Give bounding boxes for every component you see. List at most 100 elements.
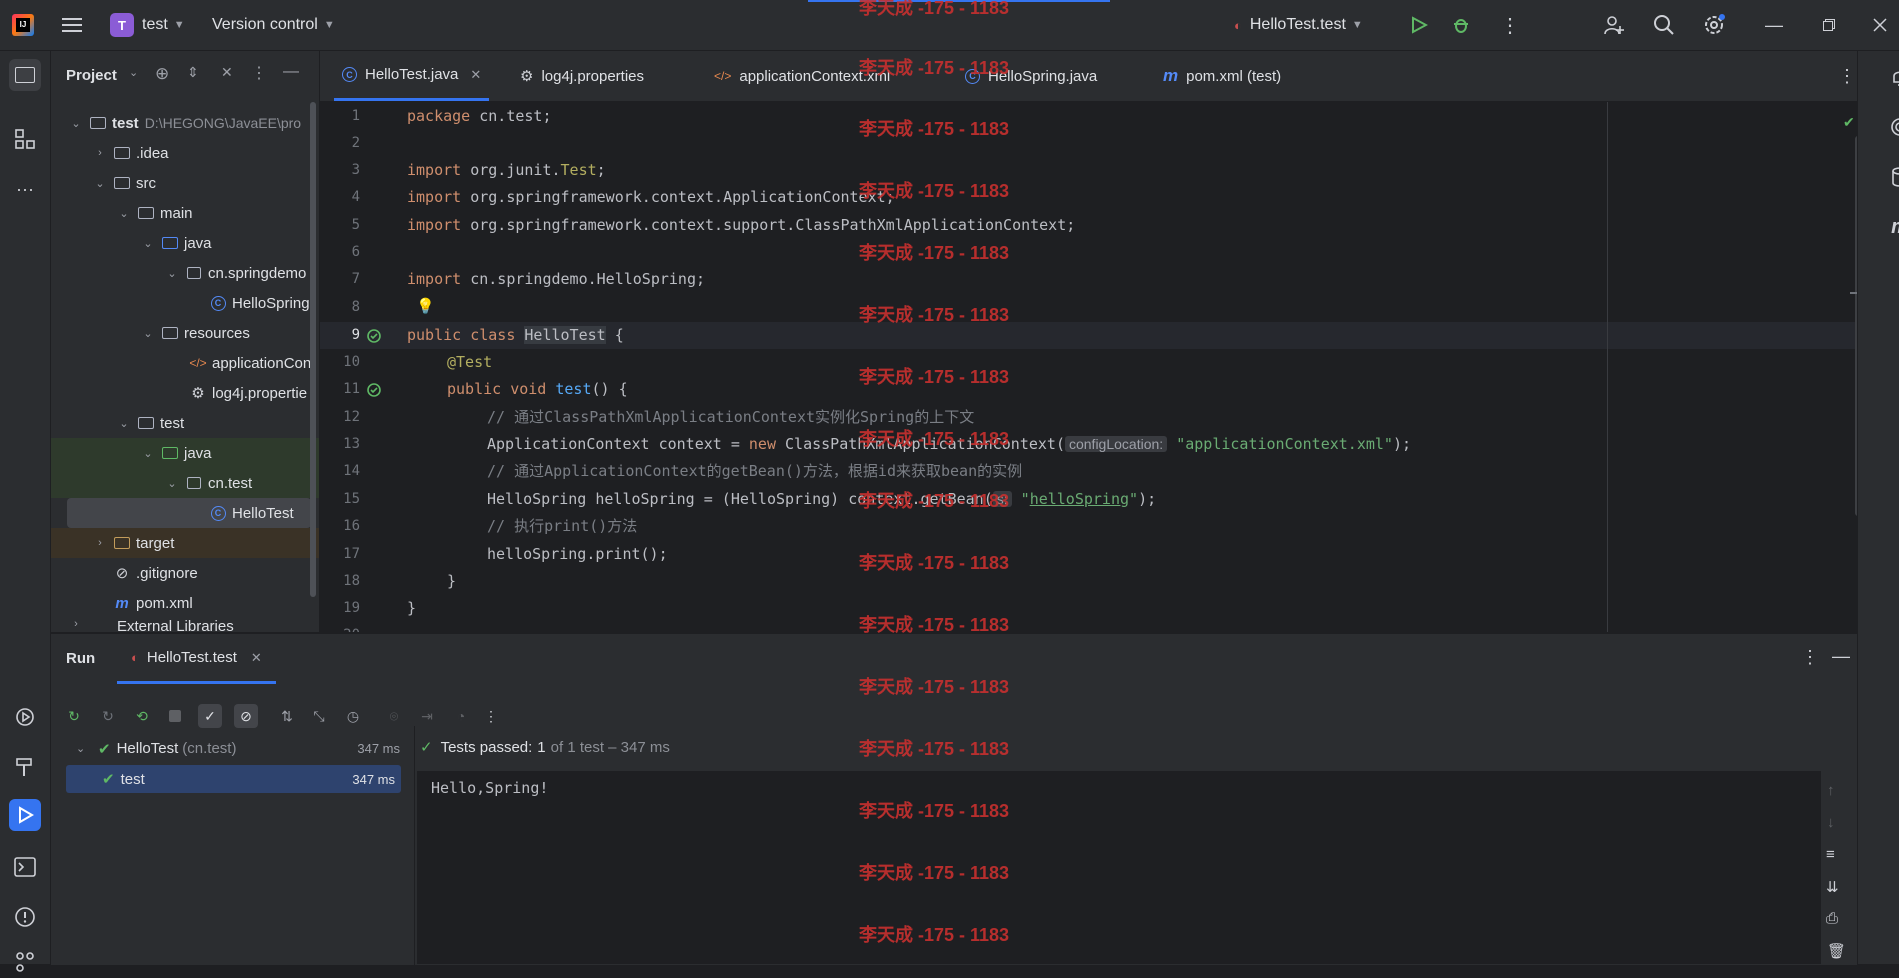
run-tab-hellotest[interactable]: ◐ HelloTest.test ✕ — [117, 634, 276, 684]
no-problems-check-icon[interactable]: ✔ — [1843, 114, 1855, 131]
test-tree-row-method[interactable]: ✔ test 347 ms — [66, 765, 401, 793]
tree-item-log4j[interactable]: ⚙ log4j.propertie — [51, 378, 319, 408]
show-ignored-icon[interactable]: ⊘ — [234, 704, 258, 728]
tree-item-root[interactable]: ⌄ test D:\HEGONG\JavaEE\pro — [51, 108, 319, 138]
build-hammer-icon[interactable] — [9, 751, 41, 783]
expand-all-icon[interactable]: ⇕ — [187, 64, 199, 81]
rerun-failed-icon[interactable]: ↻ — [96, 704, 120, 728]
collapse-all-icon[interactable]: ✕ — [221, 64, 233, 81]
coverage-icon[interactable]: ◔ — [449, 704, 473, 728]
chevron-down-icon[interactable]: ⌄ — [117, 207, 131, 220]
code-editor[interactable]: 1 2 3 4 5 6 7 8 9 10 11 12 13 14 15 16 1… — [320, 102, 1857, 632]
editor-scrollbar[interactable] — [1855, 136, 1857, 516]
locate-target-icon[interactable]: ⊕ — [155, 64, 169, 84]
tab-hellotest-java[interactable]: C HelloTest.java ✕ — [334, 51, 490, 101]
more-tools-icon[interactable]: ··· — [9, 173, 41, 205]
close-tab-icon[interactable]: ✕ — [251, 650, 262, 666]
soft-wrap-icon[interactable]: ≡ — [1826, 846, 1835, 863]
maven-icon[interactable]: m — [1884, 211, 1899, 243]
tree-item-main-java[interactable]: ⌄ java — [51, 228, 319, 258]
chevron-down-icon[interactable]: ⌄ — [165, 477, 179, 490]
run-button[interactable] — [1410, 0, 1428, 50]
chevron-right-icon[interactable]: › — [69, 618, 83, 630]
services-icon[interactable] — [9, 701, 41, 733]
database-icon[interactable] — [1884, 161, 1899, 193]
tree-item-cn-test[interactable]: ⌄ cn.test — [51, 468, 319, 498]
show-passed-check-icon[interactable]: ✓ — [198, 704, 222, 728]
tab-pom-xml[interactable]: m pom.xml (test) — [1163, 51, 1281, 101]
close-tab-icon[interactable]: ✕ — [470, 67, 481, 83]
minimize-icon[interactable]: — — [1765, 0, 1783, 50]
close-window-icon[interactable] — [1873, 0, 1887, 50]
tree-item-applicationcontext[interactable]: </> applicationCon — [51, 348, 319, 378]
history-clock-icon[interactable]: ◷ — [341, 704, 365, 728]
sort-icon[interactable]: ⇅ — [275, 704, 299, 728]
print-icon[interactable]: ⎙ — [1826, 910, 1838, 927]
tree-item-main[interactable]: ⌄ main — [51, 198, 319, 228]
run-test-gutter-icon[interactable] — [366, 382, 382, 398]
chevron-down-icon[interactable]: ⌄ — [117, 417, 131, 430]
tree-item-target[interactable]: › target — [51, 528, 319, 558]
tree-item-hellotest[interactable]: C HelloTest — [67, 498, 311, 528]
code-with-me-icon[interactable] — [1603, 0, 1625, 50]
toggle-auto-test-icon[interactable]: ⟲ — [130, 704, 154, 728]
chevron-down-icon[interactable]: ⌄ — [165, 267, 179, 280]
version-control-icon[interactable] — [9, 946, 41, 978]
rerun-icon[interactable]: ↻ — [62, 704, 86, 728]
run-test-gutter-icon[interactable] — [366, 328, 382, 344]
chevron-right-icon[interactable]: › — [93, 537, 107, 549]
tree-item-gitignore[interactable]: ⊘ .gitignore — [51, 558, 319, 588]
more-actions-icon[interactable]: ⋮ — [1500, 0, 1520, 50]
camera-icon[interactable]: ⌾ — [382, 704, 406, 728]
run-tool-icon[interactable] — [9, 799, 41, 831]
tree-item-external-libraries[interactable]: › External Libraries — [51, 618, 319, 632]
console-output[interactable]: Hello,Spring! — [417, 771, 1821, 964]
collapse-icon[interactable]: ⤡ — [307, 704, 331, 728]
up-arrow-icon[interactable]: ↑ — [1827, 782, 1835, 799]
lightbulb-icon[interactable]: 💡 — [416, 297, 435, 315]
chevron-down-icon[interactable]: ⌄ — [93, 177, 107, 190]
notifications-bell-icon[interactable] — [1884, 61, 1899, 93]
hide-panel-icon[interactable]: — — [283, 63, 299, 81]
app-logo-icon[interactable]: IJ — [12, 0, 34, 50]
restore-icon[interactable] — [1823, 0, 1835, 50]
structure-icon[interactable] — [9, 123, 41, 155]
tree-item-cn-springdemo[interactable]: ⌄ cn.springdemo — [51, 258, 319, 288]
tab-log4j-properties[interactable]: ⚙ log4j.properties — [520, 51, 644, 101]
chevron-down-icon[interactable]: ⌄ — [141, 237, 155, 250]
ai-assistant-icon[interactable] — [1884, 111, 1899, 143]
down-arrow-icon[interactable]: ↓ — [1827, 814, 1835, 831]
chevron-down-icon[interactable]: ⌄ — [76, 742, 90, 755]
main-menu-icon[interactable] — [62, 0, 82, 50]
run-panel-title[interactable]: Run — [66, 650, 95, 667]
tree-item-pom[interactable]: m pom.xml — [51, 588, 319, 618]
import-icon[interactable]: ⇥ — [415, 704, 439, 728]
search-icon[interactable] — [1653, 0, 1675, 50]
run-config-selector[interactable]: ◐ HelloTest.test ▼ — [1234, 0, 1363, 50]
run-split-divider[interactable] — [414, 726, 415, 965]
tree-item-test-java[interactable]: ⌄ java — [51, 438, 319, 468]
run-options-icon[interactable]: ⋮ — [1801, 647, 1819, 668]
stop-icon[interactable] — [163, 704, 187, 728]
test-tree-row-class[interactable]: ⌄ ✔ HelloTest (cn.test) 347 ms — [66, 735, 406, 762]
chevron-down-icon[interactable]: ⌄ — [141, 447, 155, 460]
vcs-selector[interactable]: Version control ▼ — [212, 0, 335, 50]
terminal-icon[interactable] — [9, 851, 41, 883]
tree-item-hellospring[interactable]: C HelloSpring — [51, 288, 319, 318]
project-selector[interactable]: T test ▼ — [110, 0, 185, 50]
scroll-to-end-icon[interactable]: ⇊ — [1826, 878, 1839, 896]
trash-icon[interactable]: 🗑 — [1827, 942, 1846, 960]
chevron-down-icon[interactable]: ⌄ — [69, 117, 83, 130]
tree-item-idea[interactable]: › .idea — [51, 138, 319, 168]
more-icon[interactable]: ⋮ — [479, 704, 503, 728]
debug-button[interactable] — [1452, 0, 1470, 50]
options-icon[interactable]: ⋮ — [251, 63, 267, 83]
tree-item-resources[interactable]: ⌄ resources — [51, 318, 319, 348]
tree-item-src[interactable]: ⌄ src — [51, 168, 319, 198]
hide-panel-icon[interactable]: — — [1832, 646, 1850, 667]
chevron-down-icon[interactable]: ⌄ — [129, 66, 138, 79]
project-tool-folder-icon[interactable] — [9, 59, 41, 91]
tree-item-test[interactable]: ⌄ test — [51, 408, 319, 438]
chevron-right-icon[interactable]: › — [93, 147, 107, 159]
problems-icon[interactable] — [9, 901, 41, 933]
